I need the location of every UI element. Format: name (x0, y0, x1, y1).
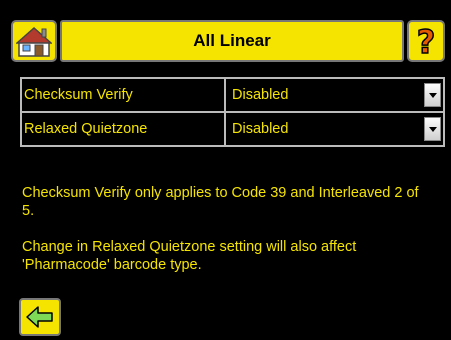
relaxed-quietzone-dropdown[interactable]: Disabled (228, 114, 443, 144)
chevron-down-icon[interactable] (424, 83, 441, 107)
home-button[interactable] (11, 20, 57, 62)
svg-text:?: ? (417, 24, 436, 58)
settings-table: Checksum Verify Disabled Relaxed Quietzo… (20, 77, 445, 147)
back-button[interactable] (19, 298, 61, 336)
quietzone-info-text: Change in Relaxed Quietzone setting will… (22, 239, 357, 273)
checksum-verify-select[interactable]: Disabled (224, 77, 445, 113)
back-arrow-icon (26, 306, 53, 328)
page-title: All Linear (60, 20, 404, 62)
chevron-down-icon[interactable] (424, 117, 441, 141)
screen: All Linear ? Checksum Verify Disabled Re… (0, 0, 451, 340)
checksum-info-text: Checksum Verify only applies to Code 39 … (22, 185, 419, 219)
home-icon (16, 26, 52, 57)
relaxed-quietzone-select[interactable]: Disabled (224, 111, 445, 147)
help-icon: ? (416, 24, 436, 58)
setting-row-checksum: Checksum Verify Disabled (20, 77, 445, 113)
checksum-verify-dropdown[interactable]: Disabled (228, 80, 443, 110)
checksum-verify-label: Checksum Verify (20, 77, 226, 113)
relaxed-quietzone-label: Relaxed Quietzone (20, 111, 226, 147)
setting-row-quietzone: Relaxed Quietzone Disabled (20, 111, 445, 147)
help-button[interactable]: ? (407, 20, 445, 62)
checksum-verify-value: Disabled (232, 87, 289, 103)
relaxed-quietzone-value: Disabled (232, 121, 289, 137)
